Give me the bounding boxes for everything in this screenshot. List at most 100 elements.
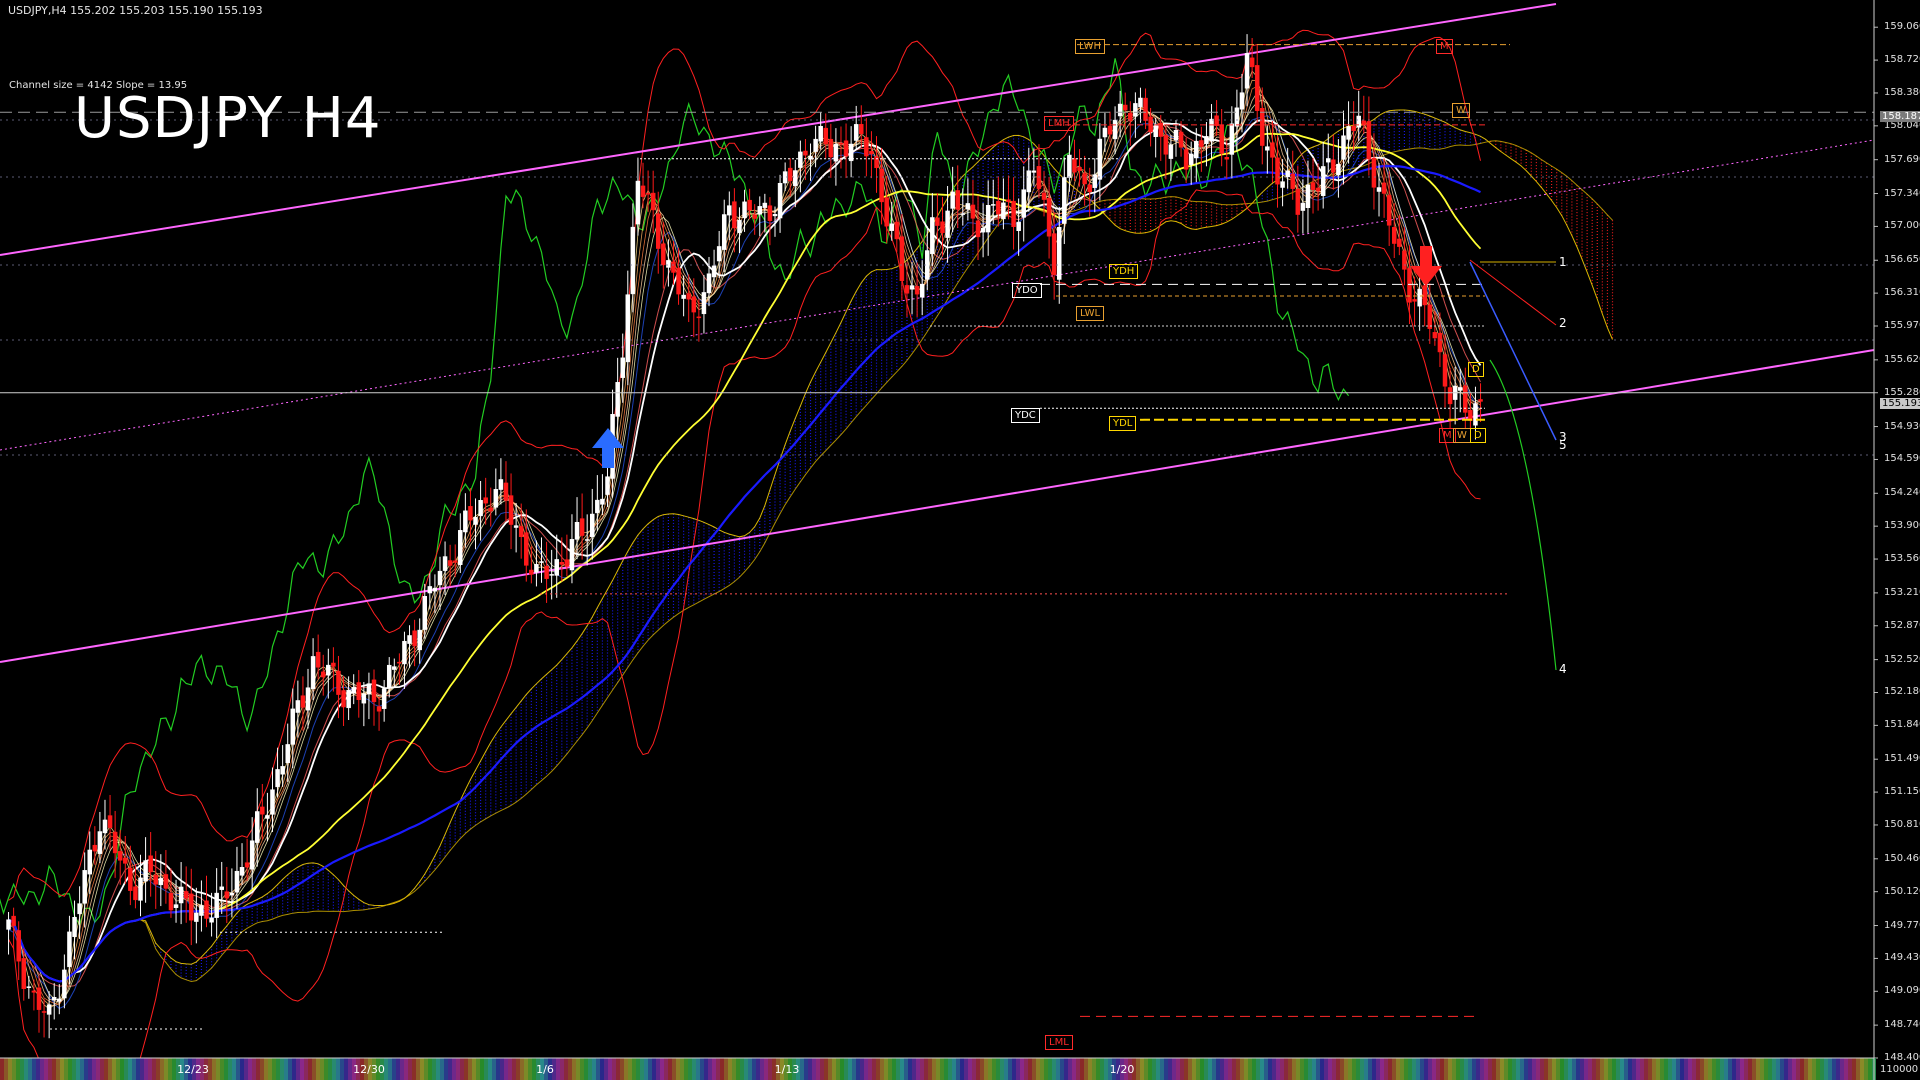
price-axis-label: 158.380 — [1884, 86, 1920, 98]
volume-bar — [1384, 1058, 1388, 1080]
volume-bar — [40, 1058, 44, 1080]
volume-bar — [556, 1058, 560, 1080]
candle-body — [260, 806, 265, 815]
lml-label: LML — [1045, 1035, 1073, 1050]
candle-body — [498, 479, 504, 490]
candle-body — [1391, 227, 1397, 244]
candle-body — [737, 219, 742, 233]
volume-bar — [460, 1058, 464, 1080]
candle-body — [1234, 107, 1240, 127]
candle-body — [1356, 115, 1361, 128]
volume-bar — [276, 1058, 280, 1080]
candle-body — [996, 200, 1001, 215]
candle-body — [473, 516, 478, 525]
volume-bar — [632, 1058, 636, 1080]
candle-body — [1397, 238, 1402, 247]
volume-bar — [212, 1058, 216, 1080]
price-chart[interactable] — [0, 0, 1920, 1080]
volume-bar — [492, 1058, 496, 1080]
lwh-label: LWH — [1075, 39, 1106, 54]
candle-body — [1280, 181, 1285, 188]
volume-bar — [1780, 1058, 1784, 1080]
volume-bar — [1368, 1058, 1372, 1080]
price-axis-label: 153.210 — [1884, 586, 1920, 598]
volume-bar — [1824, 1058, 1828, 1080]
candle-body — [1102, 127, 1108, 138]
volume-bar — [72, 1058, 76, 1080]
volume-bar — [732, 1058, 736, 1080]
volume-bar — [1532, 1058, 1536, 1080]
volume-bar — [300, 1058, 304, 1080]
volume-bar — [52, 1058, 56, 1080]
candle-body — [564, 559, 570, 567]
price-axis-label: 152.520 — [1884, 653, 1920, 665]
volume-bar — [1344, 1058, 1348, 1080]
price-axis-label: 159.060 — [1884, 21, 1920, 33]
price-axis-label: 157.690 — [1884, 153, 1920, 165]
volume-bar — [464, 1058, 468, 1080]
price-axis-label: 156.650 — [1884, 254, 1920, 266]
target-level-5: 5 — [1559, 438, 1567, 452]
candle-body — [432, 587, 438, 592]
volume-bar — [876, 1058, 880, 1080]
volume-bar — [716, 1058, 720, 1080]
volume-bar — [760, 1058, 764, 1080]
volume-bar — [280, 1058, 284, 1080]
candle-body — [1016, 221, 1021, 232]
volume-bar — [688, 1058, 692, 1080]
candle-body — [1326, 158, 1331, 163]
volume-bar — [1640, 1058, 1644, 1080]
candle-body — [869, 151, 874, 155]
volume-bar — [1704, 1058, 1708, 1080]
volume-bar — [1800, 1058, 1804, 1080]
volume-bar — [1156, 1058, 1160, 1080]
volume-bar — [140, 1058, 144, 1080]
volume-bar — [904, 1058, 908, 1080]
indicator-lines — [0, 3, 1875, 1080]
candle-body — [1204, 136, 1209, 144]
volume-label: 110000 — [1880, 1064, 1919, 1075]
volume-bar — [292, 1058, 296, 1080]
candle-body — [320, 671, 326, 678]
candle-body — [199, 905, 204, 916]
volume-bar — [1528, 1058, 1532, 1080]
candle-body — [600, 498, 605, 505]
candle-body — [513, 525, 519, 528]
volume-bar — [1432, 1058, 1436, 1080]
volume-bar — [1100, 1058, 1104, 1080]
volume-bar — [1804, 1058, 1808, 1080]
volume-bar — [988, 1058, 992, 1080]
volume-bar — [1204, 1058, 1208, 1080]
candle-body — [706, 273, 712, 294]
candle-body — [209, 917, 214, 923]
candle-body — [204, 900, 209, 919]
candle-body — [112, 831, 118, 854]
volume-bar — [952, 1058, 956, 1080]
volume-bar — [868, 1058, 872, 1080]
volume-bar — [764, 1058, 768, 1080]
volume-bar — [1756, 1058, 1760, 1080]
price-axis-label: 153.560 — [1884, 553, 1920, 565]
volume-bar — [1496, 1058, 1500, 1080]
volume-bar — [1588, 1058, 1592, 1080]
candle-body — [1194, 140, 1199, 159]
volume-bar — [16, 1058, 20, 1080]
candle-body — [371, 679, 377, 703]
price-axis-label: 154.930 — [1884, 420, 1920, 432]
date-label: 12/30 — [353, 1063, 385, 1076]
volume-bar — [1192, 1058, 1196, 1080]
volume-bar — [880, 1058, 884, 1080]
chart-window[interactable]: USDJPY,H4 155.202 155.203 155.190 155.19… — [0, 0, 1920, 1080]
ydo-label: YDO — [1012, 283, 1042, 298]
volume-bar — [1596, 1058, 1600, 1080]
volume-bar — [932, 1058, 936, 1080]
volume-bar — [1604, 1058, 1608, 1080]
symbol-info: USDJPY,H4 155.202 155.203 155.190 155.19… — [8, 4, 263, 17]
date-label: 12/23 — [177, 1063, 209, 1076]
volume-bar — [1740, 1058, 1744, 1080]
volume-bar — [1268, 1058, 1272, 1080]
price-axis-label: 148.400 — [1884, 1052, 1920, 1063]
volume-bar — [1576, 1058, 1580, 1080]
volume-bar — [1816, 1058, 1820, 1080]
volume-bar — [1572, 1058, 1576, 1080]
